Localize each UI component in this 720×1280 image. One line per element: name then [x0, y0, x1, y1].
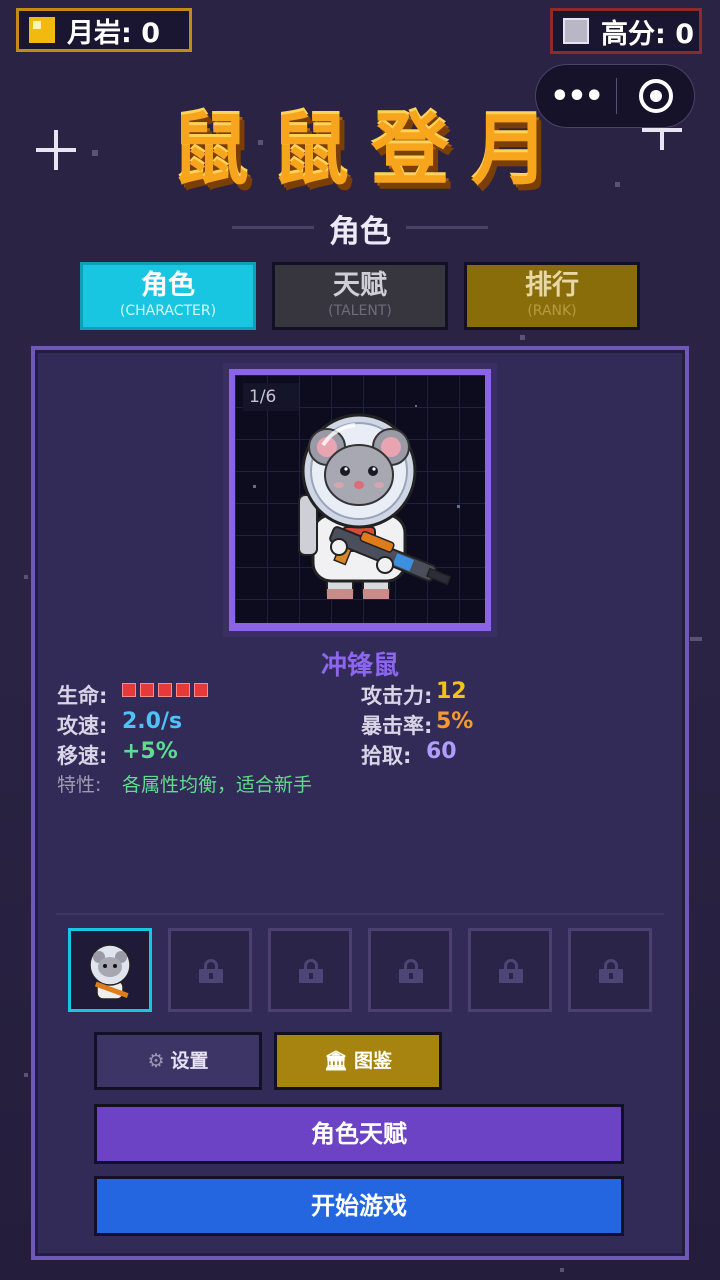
- gear-icon: ⚙: [147, 1050, 165, 1072]
- section-title: 角色: [329, 214, 391, 250]
- lock-icon: [299, 959, 323, 983]
- tab-character-label: 角色: [141, 270, 195, 301]
- hp-label: 生命:: [57, 684, 108, 708]
- star: [24, 1073, 28, 1077]
- moon-rock-icon: [29, 17, 55, 43]
- character-talent-button[interactable]: 角色天赋: [94, 1104, 624, 1164]
- lock-icon: [199, 959, 223, 983]
- codex-label: 图鉴: [354, 1050, 393, 1072]
- hp-pip: [176, 683, 190, 697]
- trait-label: 特性:: [57, 774, 102, 796]
- crit-label: 暴击率:: [361, 714, 433, 738]
- settings-label: 设置: [170, 1050, 209, 1072]
- attack-speed-value: 2.0/s: [122, 709, 183, 734]
- tab-rank-label: 排行: [525, 270, 579, 301]
- character-slot-4[interactable]: [368, 928, 452, 1012]
- codex-button[interactable]: 🏛 图鉴: [274, 1032, 442, 1090]
- museum-icon: 🏛: [323, 1050, 349, 1072]
- pickup-value: 60: [426, 739, 457, 764]
- trait-value: 各属性均衡，适合新手: [122, 774, 313, 796]
- hp-pip: [194, 683, 208, 697]
- hp-pip: [158, 683, 172, 697]
- hp-pip: [140, 683, 154, 697]
- character-slot-5[interactable]: [468, 928, 552, 1012]
- moon-rock-counter: 月岩: 0: [16, 8, 192, 52]
- lock-icon: [599, 959, 623, 983]
- hp-pips: [122, 683, 208, 697]
- character-slot-3[interactable]: [268, 928, 352, 1012]
- high-score-counter: 高分: 0: [550, 8, 702, 54]
- tab-rank[interactable]: 排行 (RANK): [464, 262, 640, 330]
- panel-divider: [56, 913, 664, 915]
- pickup-label: 拾取:: [361, 744, 412, 768]
- settings-button[interactable]: ⚙ 设置: [94, 1032, 262, 1090]
- tab-rank-sub: (RANK): [527, 303, 577, 319]
- high-score-icon: [563, 18, 589, 44]
- star: [560, 1268, 564, 1272]
- astronaut-mouse-sprite: [253, 405, 460, 600]
- lock-icon: [499, 959, 523, 983]
- game-title: 鼠鼠登月: [170, 106, 571, 196]
- attack-value: 12: [436, 679, 467, 704]
- section-divider-right: [406, 226, 488, 229]
- start-game-button[interactable]: 开始游戏: [94, 1176, 624, 1236]
- star: [520, 335, 525, 340]
- hp-pip: [122, 683, 136, 697]
- moon-rock-value: 月岩: 0: [67, 17, 160, 49]
- move-speed-value: +5%: [122, 739, 178, 764]
- tab-talent[interactable]: 天赋 (TALENT): [272, 262, 448, 330]
- move-speed-label: 移速:: [57, 744, 108, 768]
- astronaut-mouse-thumbnail: [89, 944, 131, 1000]
- attack-speed-label: 攻速:: [57, 714, 108, 738]
- character-preview-frame: 1/6: [229, 369, 491, 631]
- lock-icon: [399, 959, 423, 983]
- character-slot-6[interactable]: [568, 928, 652, 1012]
- character-preview[interactable]: 1/6: [223, 363, 497, 637]
- high-score-value: 高分: 0: [601, 18, 694, 50]
- attack-label: 攻击力:: [361, 684, 433, 708]
- character-name: 冲锋鼠: [320, 651, 399, 681]
- star: [24, 575, 28, 579]
- star: [690, 637, 702, 641]
- character-slot-1[interactable]: [68, 928, 152, 1012]
- tab-talent-label: 天赋: [333, 270, 387, 301]
- tab-character[interactable]: 角色 (CHARACTER): [80, 262, 256, 330]
- character-slot-2[interactable]: [168, 928, 252, 1012]
- tab-character-sub: (CHARACTER): [119, 303, 217, 319]
- crit-value: 5%: [436, 709, 474, 734]
- tab-talent-sub: (TALENT): [328, 303, 392, 319]
